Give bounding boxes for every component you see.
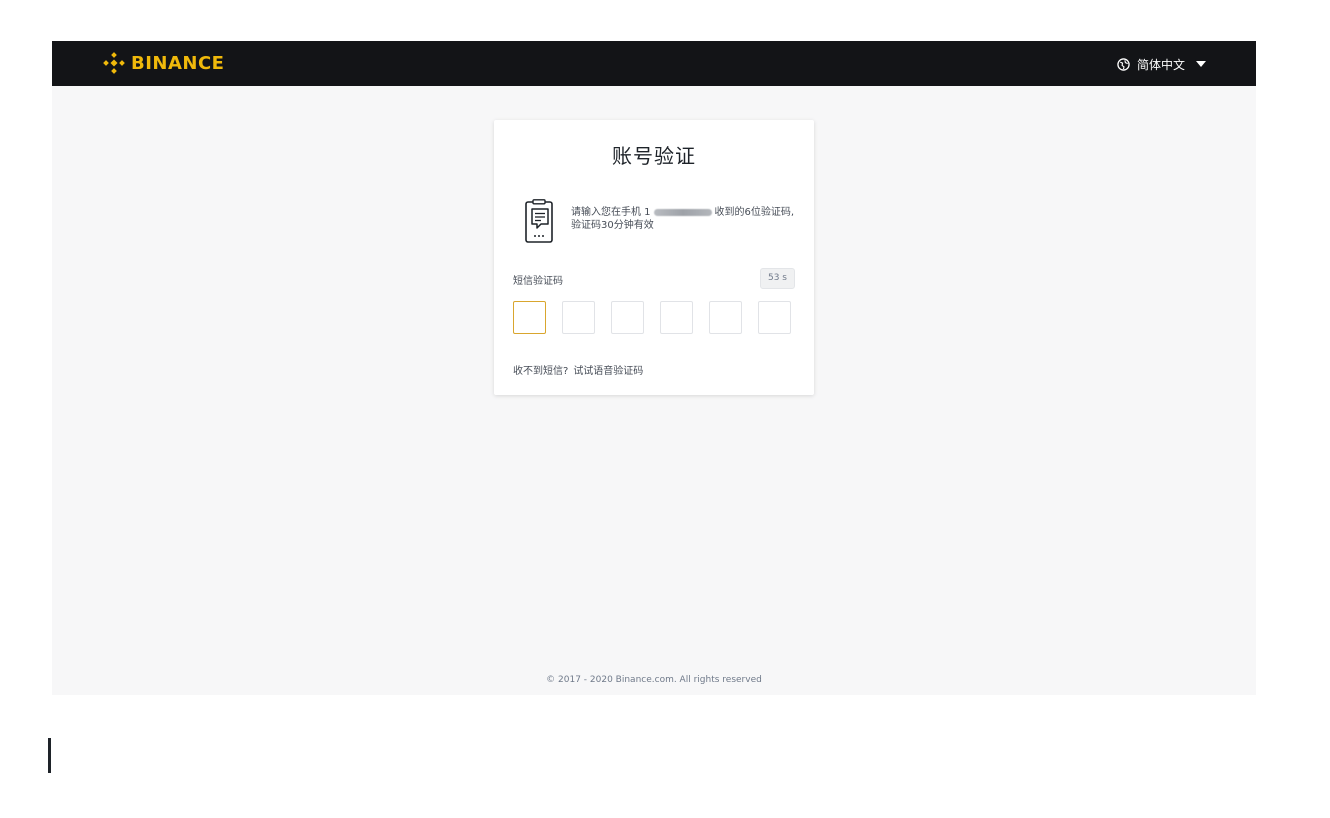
resend-countdown[interactable]: 53 s [759,268,795,289]
code-digit-1[interactable] [513,301,546,334]
text-cursor [48,738,51,773]
verification-card: 账号验证 请输入您在手机 1 收到的6位验证码, 验证码30分钟有效 短信验证码 … [494,120,814,395]
binance-logo-icon [103,52,125,74]
brand-name: BINANCE [131,52,225,74]
language-selector[interactable]: 简体中文 [1117,53,1206,75]
sms-code-input-group [513,301,791,335]
code-digit-2[interactable] [562,301,595,334]
language-label: 简体中文 [1136,57,1185,72]
page-title: 账号验证 [612,144,696,168]
code-digit-4[interactable] [660,301,693,334]
footer-copyright: © 2017 - 2020 Binance.com. All rights re… [546,675,762,685]
instruction-text-start: 请输入您在手机 1 [571,207,651,218]
sms-help-line: 收不到短信? 试试语音验证码 [513,362,643,377]
masked-phone-number [653,208,712,216]
voice-code-link[interactable]: 试试语音验证码 [573,362,643,377]
sms-instruction: 请输入您在手机 1 收到的6位验证码, 验证码30分钟有效 [571,206,799,232]
code-digit-3[interactable] [611,301,644,334]
sms-phone-icon [525,199,553,243]
instruction-validity: 验证码30分钟有效 [571,220,654,231]
globe-icon [1117,57,1130,71]
page-frame: BINANCE 简体中文 账号验证 请输入您在手机 1 收到的6位验证码, 验证… [52,41,1256,695]
help-question: 收不到短信? [513,366,569,377]
caret-down-icon [1196,61,1206,67]
top-navbar: BINANCE 简体中文 [52,41,1256,86]
code-digit-5[interactable] [709,301,742,334]
binance-logo[interactable]: BINANCE [102,49,224,77]
sms-code-label: 短信验证码 [513,276,563,287]
code-digit-6[interactable] [758,301,791,334]
instruction-text-end: 收到的6位验证码, [714,207,795,218]
